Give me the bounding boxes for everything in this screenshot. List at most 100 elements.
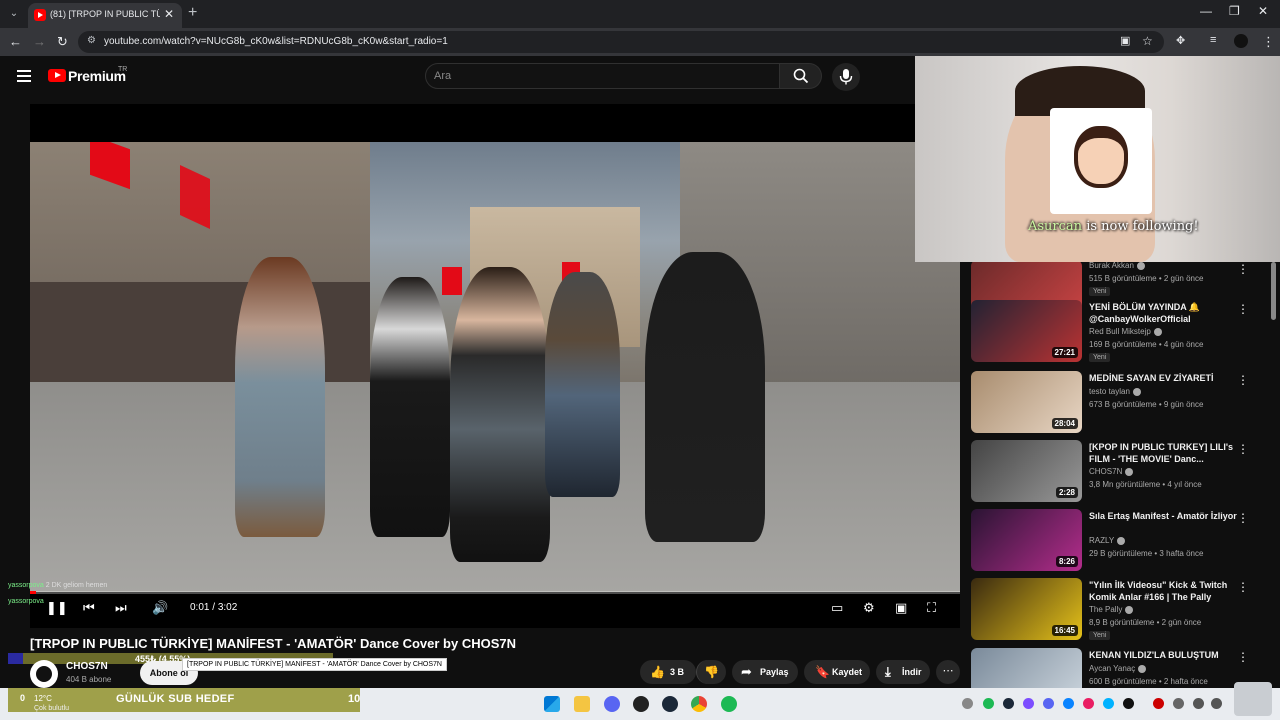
recommendation-item[interactable]: 27:21 YENİ BÖLÜM YAYINDA 🔔 @CanbayWolkerO…	[971, 300, 1271, 364]
close-window-icon[interactable]: ✕	[1258, 4, 1268, 18]
recommendation-thumbnail[interactable]: 8:26	[971, 509, 1082, 571]
tray-steam-icon[interactable]	[1003, 698, 1014, 709]
share-button[interactable]: ➦ Paylaş	[732, 660, 798, 684]
reload-icon[interactable]: ↻	[57, 34, 68, 50]
recommendation-title[interactable]: Sıla Ertaş Manifest - Amatör İzliyor	[1089, 510, 1239, 522]
channel-avatar[interactable]	[30, 660, 58, 688]
video-player[interactable]: yassorpova 2 DK geliom hemen yassorpova …	[8, 104, 960, 628]
tab-close-icon[interactable]: ✕	[164, 7, 174, 21]
recommendation-channel[interactable]: Aycan Yanaç	[1089, 664, 1147, 673]
volume-icon[interactable]: 🔊	[152, 600, 168, 616]
recommendation-thumbnail[interactable]: 16:45	[971, 578, 1082, 640]
chrome-icon[interactable]	[691, 696, 707, 712]
channel-name[interactable]: CHOS7N	[66, 661, 108, 672]
recommendation-title[interactable]: MEDİNE SAYAN EV ZİYARETİ	[1089, 372, 1239, 384]
recommendation-item[interactable]: 8:26 Sıla Ertaş Manifest - Amatör İzliyor…	[971, 509, 1271, 573]
tray-app3-icon[interactable]	[1083, 698, 1094, 709]
voice-search-button[interactable]	[832, 63, 860, 91]
tray-app4-icon[interactable]	[1103, 698, 1114, 709]
volume-tray-icon[interactable]	[1211, 698, 1222, 709]
tray-record-icon[interactable]	[1153, 698, 1164, 709]
discord-icon[interactable]	[604, 696, 620, 712]
pause-icon[interactable]: ❚❚	[46, 600, 68, 616]
more-options-icon[interactable]: ⋮	[1237, 511, 1249, 525]
download-button[interactable]: ⤓ İndir	[876, 660, 930, 684]
progress-bar[interactable]	[30, 591, 960, 594]
recommendation-title[interactable]: YENİ BÖLÜM YAYINDA 🔔 @CanbayWolkerOffici…	[1089, 301, 1239, 325]
video-frame[interactable]	[30, 142, 960, 592]
settings-gear-icon[interactable]: ⚙	[863, 600, 875, 616]
previous-icon[interactable]: ⏮	[83, 600, 95, 616]
recommendation-channel[interactable]: The Pally	[1089, 605, 1134, 614]
minimize-icon[interactable]: —	[1200, 4, 1212, 18]
tab-search-dropdown-icon[interactable]: ⌄	[6, 6, 22, 22]
search-input[interactable]: Ara	[425, 63, 780, 89]
recommendation-item[interactable]: 2:28 [KPOP IN PUBLIC TURKEY] LILI's FILM …	[971, 440, 1271, 504]
fullscreen-icon[interactable]: ⛶	[927, 600, 936, 616]
recommendations-scrollbar[interactable]	[1271, 262, 1276, 320]
site-info-icon[interactable]: ⚙	[87, 35, 96, 46]
microphone-tray-icon[interactable]	[1173, 698, 1184, 709]
save-button[interactable]: 🔖 Kaydet	[804, 660, 870, 684]
windows-start-icon[interactable]	[544, 696, 560, 712]
recommendation-channel[interactable]: Burak Akkan	[1089, 262, 1145, 270]
guide-menu-icon[interactable]	[17, 70, 31, 82]
tray-app5-icon[interactable]	[1123, 698, 1134, 709]
tray-spotify-icon[interactable]	[983, 698, 994, 709]
recommendation-channel[interactable]: Red Bull Mikstejp	[1089, 327, 1162, 336]
tray-app-icon[interactable]	[1023, 698, 1034, 709]
recommendation-thumbnail[interactable]: 27:21	[971, 300, 1082, 362]
recommendation-item[interactable]: KENAN YILDIZ'LA BULUŞTUM Aycan Yanaç 600 B…	[971, 648, 1271, 690]
recommendation-item[interactable]: 28:04 MEDİNE SAYAN EV ZİYARETİ testo tayla…	[971, 371, 1271, 435]
bookmark-star-icon[interactable]: ☆	[1142, 34, 1153, 48]
next-icon[interactable]: ⏭	[115, 600, 127, 616]
like-button[interactable]: 👍 3 B	[640, 660, 696, 684]
network-icon[interactable]	[1193, 698, 1204, 709]
more-options-icon[interactable]: ⋮	[1237, 262, 1249, 276]
channel-name: testo taylan	[1089, 387, 1130, 396]
recommendation-channel[interactable]: RAZLY	[1089, 536, 1126, 545]
extensions-icon[interactable]: ✥	[1176, 34, 1185, 47]
address-bar[interactable]: ⚙ youtube.com/watch?v=NUcG8b_cK0w&list=R…	[78, 31, 1164, 53]
browser-tab-active[interactable]: (81) [TRPOP IN PUBLIC TÜRKİYE] ✕	[28, 3, 182, 28]
recommendation-channel[interactable]: testo taylan	[1089, 387, 1141, 396]
file-explorer-icon[interactable]	[574, 696, 590, 712]
tray-chevron-icon[interactable]	[962, 698, 973, 709]
obs-icon[interactable]	[633, 696, 649, 712]
recommendation-thumbnail[interactable]: 2:28	[971, 440, 1082, 502]
recommendation-channel[interactable]: CHOS7N	[1089, 467, 1134, 476]
back-icon[interactable]: ←	[9, 34, 22, 49]
recommendation-title[interactable]: [KPOP IN PUBLIC TURKEY] LILI's FILM - 'T…	[1089, 441, 1239, 465]
recommendation-thumbnail[interactable]: 28:04	[971, 371, 1082, 433]
clock-widget[interactable]	[1234, 682, 1272, 716]
recommendation-title[interactable]: KENAN YILDIZ'LA BULUŞTUM	[1089, 649, 1239, 661]
dislike-button[interactable]: 👎	[696, 660, 726, 684]
more-actions-icon[interactable]: ⋯	[936, 660, 960, 684]
more-options-icon[interactable]: ⋮	[1237, 650, 1249, 664]
subtitles-icon[interactable]: ▭	[831, 600, 843, 616]
recommendation-title[interactable]: "Yılın İlk Videosu" Kick & Twitch Komik …	[1089, 579, 1239, 603]
maximize-icon[interactable]: ❐	[1229, 4, 1240, 18]
tray-app2-icon[interactable]	[1063, 698, 1074, 709]
weather-temperature[interactable]: 12°C	[34, 694, 52, 703]
new-tab-icon[interactable]: +	[188, 4, 197, 22]
search-button[interactable]	[780, 63, 822, 89]
recommendation-item[interactable]: 16:45 "Yılın İlk Videosu" Kick & Twitch K…	[971, 578, 1271, 642]
more-options-icon[interactable]: ⋮	[1237, 373, 1249, 387]
forward-icon[interactable]: →	[33, 34, 46, 49]
browser-menu-icon[interactable]: ⋮	[1262, 34, 1275, 50]
media-control-icon[interactable]: ≡	[1210, 34, 1216, 46]
recommendation-thumbnail[interactable]	[971, 648, 1082, 690]
steam-icon[interactable]	[662, 696, 678, 712]
spotify-icon[interactable]	[721, 696, 737, 712]
youtube-logo-icon[interactable]	[48, 69, 66, 82]
tray-discord-icon[interactable]	[1043, 698, 1054, 709]
weather-description[interactable]: Çok bulutlu	[34, 705, 69, 712]
url-text[interactable]: youtube.com/watch?v=NUcG8b_cK0w&list=RDN…	[104, 36, 448, 47]
more-options-icon[interactable]: ⋮	[1237, 302, 1249, 316]
cast-icon[interactable]: ▣	[1120, 34, 1130, 47]
more-options-icon[interactable]: ⋮	[1237, 580, 1249, 594]
profile-avatar-icon[interactable]	[1234, 34, 1248, 48]
more-options-icon[interactable]: ⋮	[1237, 442, 1249, 456]
miniplayer-icon[interactable]: ▣	[895, 600, 907, 616]
